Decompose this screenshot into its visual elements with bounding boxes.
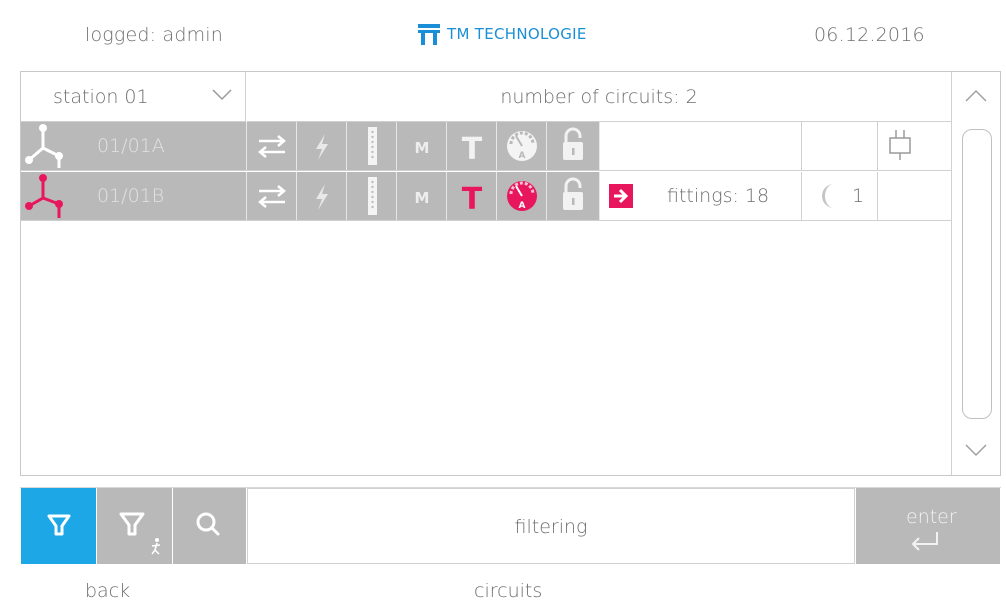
search-icon	[196, 512, 220, 536]
svg-text:A: A	[519, 201, 526, 211]
swap-cell[interactable]	[247, 122, 297, 170]
extra-cell	[601, 122, 802, 170]
svg-text:T: T	[462, 132, 483, 167]
circuit-row[interactable]: 01/01A M T A	[21, 122, 951, 171]
power-cell[interactable]	[297, 172, 347, 220]
circuit-id: 01/01A	[97, 135, 165, 157]
meter-bar-icon	[368, 127, 377, 165]
svg-text:T: T	[462, 182, 483, 217]
meter-bar-icon	[368, 177, 377, 215]
lock-cell[interactable]	[547, 122, 600, 170]
arrow-right-icon	[609, 184, 633, 208]
bolt-icon	[316, 134, 328, 160]
temperature-cell[interactable]: T	[447, 122, 497, 170]
bolt-icon	[316, 184, 328, 210]
power-cell[interactable]	[297, 122, 347, 170]
logged-user-label: logged: admin	[85, 24, 224, 46]
temperature-cell[interactable]: T	[447, 172, 497, 220]
company-logo: TM TECHNOLOGIE	[417, 22, 657, 48]
search-button[interactable]	[173, 488, 246, 564]
night-cell	[802, 122, 878, 170]
circuit-topology-icon	[25, 124, 63, 168]
svg-text:M: M	[415, 189, 430, 207]
fittings-cell[interactable]: fittings: 18	[601, 172, 802, 220]
plug-cell	[878, 172, 951, 220]
night-cell[interactable]: 1	[802, 172, 878, 220]
ammeter-cell[interactable]: A	[497, 122, 547, 170]
number-of-circuits: number of circuits: 2	[247, 72, 951, 122]
station-select[interactable]: station 01	[21, 72, 246, 122]
scroll-down-icon[interactable]	[964, 442, 988, 458]
t-icon: T	[462, 182, 483, 217]
circuit-id-cell[interactable]: 01/01B	[21, 172, 247, 220]
scroll-thumb[interactable]	[962, 129, 992, 419]
circuit-id: 01/01B	[97, 185, 165, 207]
swap-icon	[258, 135, 286, 158]
plug-icon	[889, 130, 911, 160]
date-label: 06.12.2016	[814, 24, 925, 46]
meter-bar-cell[interactable]	[347, 122, 397, 170]
svg-text:M: M	[415, 139, 430, 157]
plug-cell[interactable]	[878, 122, 951, 170]
circuit-row[interactable]: 01/01B M T A fittings: 18 1	[21, 172, 951, 221]
filter-user-icon	[119, 512, 161, 555]
lock-icon	[563, 127, 583, 160]
filter-person-button[interactable]	[97, 488, 172, 564]
logo-icon	[418, 24, 440, 45]
swap-icon	[258, 185, 286, 208]
manual-cell[interactable]: M	[397, 172, 447, 220]
m-icon: M	[415, 139, 430, 157]
gauge-icon: A	[507, 181, 537, 211]
t-icon: T	[462, 132, 483, 167]
fittings-count: fittings: 18	[667, 185, 770, 207]
station-select-value: station 01	[53, 86, 149, 108]
lock-cell[interactable]	[547, 172, 600, 220]
logo-text: TM TECHNOLOGIE	[447, 25, 587, 43]
lock-icon	[563, 177, 583, 210]
enter-icon	[911, 532, 938, 551]
enter-button[interactable]: enter	[856, 488, 1000, 564]
circuit-topology-icon	[25, 174, 63, 218]
screen-title: circuits	[474, 580, 543, 602]
filter-button[interactable]	[21, 488, 96, 564]
ammeter-cell[interactable]: A	[497, 172, 547, 220]
filter-icon	[47, 514, 71, 536]
night-count: 1	[852, 185, 865, 207]
enter-label: enter	[906, 506, 957, 528]
gauge-icon: A	[507, 131, 537, 161]
manual-cell[interactable]: M	[397, 122, 447, 170]
scroll-up-icon[interactable]	[964, 88, 988, 104]
filter-input[interactable]: filtering	[247, 488, 855, 564]
m-icon: M	[415, 189, 430, 207]
svg-text:A: A	[519, 151, 526, 161]
circuit-id-cell[interactable]: 01/01A	[21, 122, 247, 170]
meter-bar-cell[interactable]	[347, 172, 397, 220]
back-button[interactable]: back	[85, 580, 130, 602]
moon-icon	[822, 184, 834, 208]
swap-cell[interactable]	[247, 172, 297, 220]
chevron-down-icon	[212, 89, 232, 101]
